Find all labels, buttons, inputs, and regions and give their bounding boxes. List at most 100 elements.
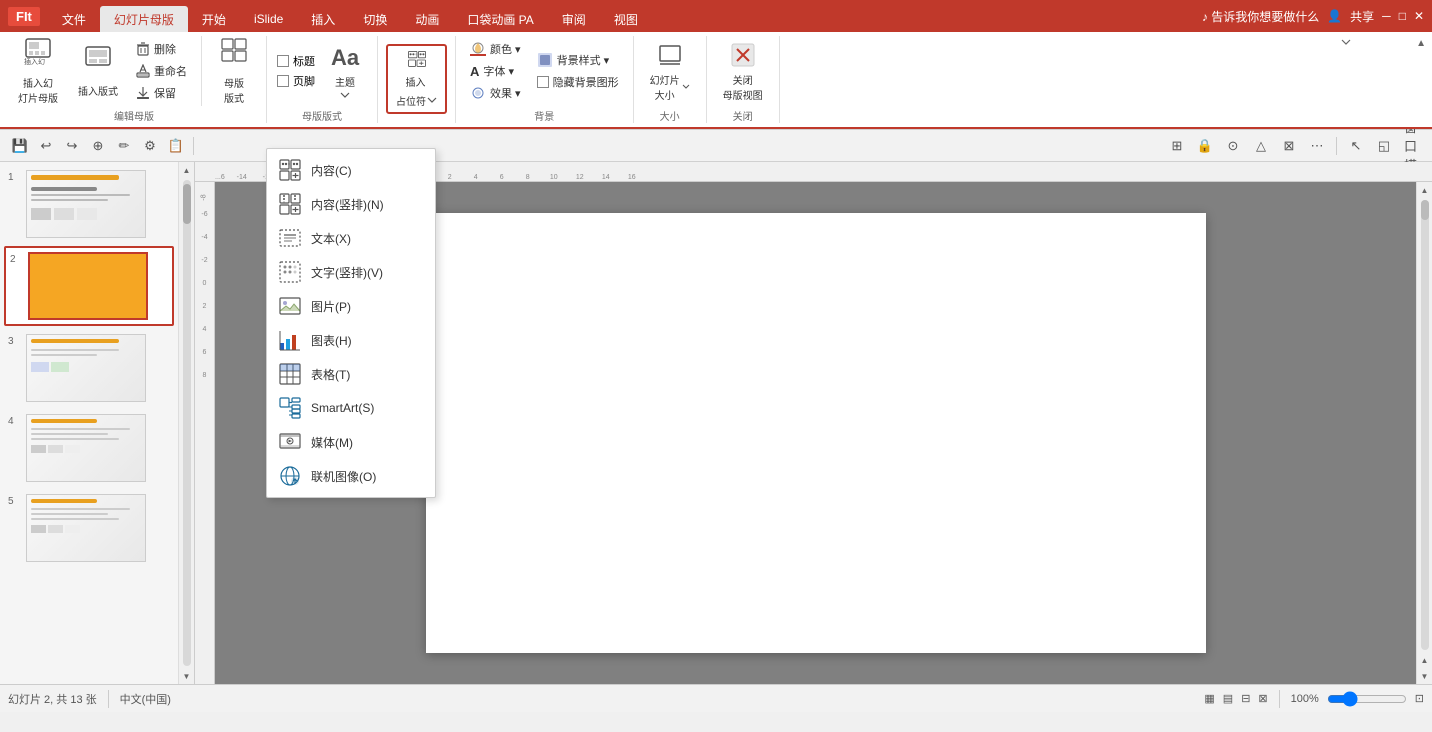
menu-item-media[interactable]: 媒体(M) — [267, 425, 435, 459]
fit-btn[interactable]: ⊡ — [1415, 692, 1424, 705]
canvas-scroll-down[interactable]: ▼ — [1417, 668, 1432, 684]
slide-item-5[interactable]: 5 — [4, 490, 174, 566]
triangle-btn[interactable]: △ — [1249, 134, 1273, 158]
close-btn[interactable]: ✕ — [1414, 9, 1424, 23]
tab-animation[interactable]: 动画 — [401, 6, 453, 32]
ruler-mark: 8 — [515, 174, 541, 181]
ruler-v-mark: 6 — [203, 341, 207, 364]
tab-start[interactable]: 开始 — [188, 6, 240, 32]
share-label[interactable]: 共享 — [1350, 8, 1374, 25]
group-master-layout: 标题 页脚 Aa 主题 母版版式 — [267, 36, 378, 123]
effect-label: 效果 ▾ — [490, 85, 521, 101]
settings-btn[interactable]: ⚙ — [138, 134, 162, 158]
undo-btn[interactable]: ↩ — [34, 134, 58, 158]
menu-item-media-label: 媒体(M) — [311, 434, 353, 451]
menu-item-smartart[interactable]: SmartArt(S) — [267, 391, 435, 425]
main-layout: 1 — [0, 162, 1432, 684]
preserve-btn[interactable]: 保留 — [130, 83, 193, 103]
tab-file[interactable]: 文件 — [48, 6, 100, 32]
view-outline-btn[interactable]: ▤ — [1223, 692, 1233, 705]
lock-btn[interactable]: 🔒 — [1193, 134, 1217, 158]
collapse-ribbon-btn[interactable]: ▲ — [1414, 36, 1428, 51]
save-btn[interactable]: 💾 — [8, 134, 32, 158]
slide-size-btn[interactable]: 幻灯片大小 — [642, 36, 698, 106]
effect-btn[interactable]: 效果 ▾ — [464, 83, 527, 103]
monitor-btn[interactable]: ⊕ — [86, 134, 110, 158]
status-right: ▦ ▤ ⊟ ⊠ 100% ⊡ — [1204, 690, 1424, 708]
menu-item-table[interactable]: 表格(T) — [267, 357, 435, 391]
hide-bg-checkbox[interactable] — [537, 76, 549, 88]
canvas-scroll-down-top[interactable]: ▲ — [1417, 652, 1432, 668]
circle-btn[interactable]: ⊙ — [1221, 134, 1245, 158]
menu-item-content-label: 内容(C) — [311, 162, 352, 179]
close-items: 关闭母版视图 — [715, 36, 771, 106]
slide-panel-scrollbar: ▲ ▼ — [178, 162, 194, 684]
scroll-thumb[interactable] — [183, 184, 191, 224]
box-btn[interactable]: ⊠ — [1277, 134, 1301, 158]
view-normal-btn[interactable]: ▦ — [1204, 692, 1214, 705]
insert-layout-btn[interactable]: 插入版式 — [70, 36, 126, 106]
multiwindow-btn[interactable]: 多窗口模式 — [1400, 134, 1424, 158]
status-sep2 — [1279, 690, 1280, 708]
scroll-down-btn[interactable]: ▼ — [179, 668, 195, 684]
close-master-btn[interactable]: 关闭母版视图 — [715, 36, 771, 106]
title-checkbox-label: 标题 — [293, 53, 315, 69]
redo-btn[interactable]: ↪ — [60, 134, 84, 158]
title-checkbox[interactable] — [277, 55, 289, 67]
window-btn[interactable]: ◱ — [1372, 134, 1396, 158]
slide-item-2[interactable]: 2 — [4, 246, 174, 326]
slide-number-4: 4 — [8, 414, 22, 427]
app-logo: FIt — [8, 7, 40, 26]
insert-slidemaster-btn[interactable]: 插入幻 插入幻灯片母版 — [10, 36, 66, 106]
rename-btn[interactable]: 重命名 — [130, 61, 193, 81]
cursor-btn[interactable]: ↖ — [1344, 134, 1368, 158]
color-btn[interactable]: 颜色 ▾ — [464, 39, 527, 59]
help-label[interactable]: ♪ 告诉我你想要做什么 — [1202, 8, 1319, 25]
bg-style-btn[interactable]: 背景样式 ▾ — [531, 50, 625, 70]
master-layout-btn[interactable]: 母版版式 — [210, 36, 258, 106]
tab-islide[interactable]: iSlide — [240, 6, 297, 32]
footer-checkbox-row[interactable]: 页脚 — [275, 72, 317, 90]
insert-placeholder-btn[interactable]: 插入 占位符 — [386, 44, 447, 114]
ruler-mark: 2 — [437, 174, 463, 181]
menu-item-text[interactable]: 文本(X) — [267, 221, 435, 255]
tab-insert[interactable]: 插入 — [297, 6, 349, 32]
footer-checkbox[interactable] — [277, 75, 289, 87]
more-btn[interactable]: ⋯ — [1305, 134, 1329, 158]
view-reading-btn[interactable]: ⊠ — [1258, 692, 1267, 705]
clipboard-btn[interactable]: 📋 — [164, 134, 188, 158]
tab-pocketanim[interactable]: 口袋动画 PA — [453, 6, 547, 32]
title-checkbox-row[interactable]: 标题 — [275, 52, 317, 70]
zoom-slider[interactable] — [1327, 691, 1407, 707]
menu-item-content-v[interactable]: 内容(竖排)(N) — [267, 187, 435, 221]
theme-btn[interactable]: Aa 主题 — [321, 36, 369, 106]
minimize-btn[interactable]: ─ — [1382, 9, 1391, 23]
account-icon[interactable]: 👤 — [1327, 9, 1342, 23]
tab-view[interactable]: 视图 — [600, 6, 652, 32]
footer-checkbox-label: 页脚 — [293, 73, 315, 89]
view-slide-btn[interactable]: ⊟ — [1241, 692, 1250, 705]
tab-slidemaster[interactable]: 幻灯片母版 — [100, 6, 188, 32]
canvas-scroll-up[interactable]: ▲ — [1417, 182, 1432, 198]
slide-item-1[interactable]: 1 — [4, 166, 174, 242]
canvas-scroll-thumb[interactable] — [1421, 200, 1429, 220]
pen-btn[interactable]: ✏ — [112, 134, 136, 158]
tab-transition[interactable]: 切换 — [349, 6, 401, 32]
hide-bg-btn[interactable]: 隐藏背景图形 — [531, 72, 625, 92]
slide-item-3[interactable]: 3 — [4, 330, 174, 406]
menu-item-chart[interactable]: 图表(H) — [267, 323, 435, 357]
font-btn[interactable]: A 字体 ▾ — [464, 61, 527, 81]
menu-item-image[interactable]: 图片(P) — [267, 289, 435, 323]
close-master-icon — [729, 41, 757, 69]
bg-expand-icon[interactable] — [1340, 36, 1352, 51]
menu-item-content[interactable]: 内容(C) — [267, 153, 435, 187]
menu-item-online[interactable]: 联机图像(O) — [267, 459, 435, 493]
scroll-up-btn[interactable]: ▲ — [179, 162, 195, 178]
tab-review[interactable]: 审阅 — [548, 6, 600, 32]
delete-btn[interactable]: 删除 — [130, 39, 193, 59]
delete-label: 删除 — [154, 41, 176, 57]
restore-btn[interactable]: □ — [1399, 9, 1406, 23]
grid-btn[interactable]: ⊞ — [1165, 134, 1189, 158]
menu-item-text-v[interactable]: 文字(竖排)(V) — [267, 255, 435, 289]
slide-item-4[interactable]: 4 — [4, 410, 174, 486]
